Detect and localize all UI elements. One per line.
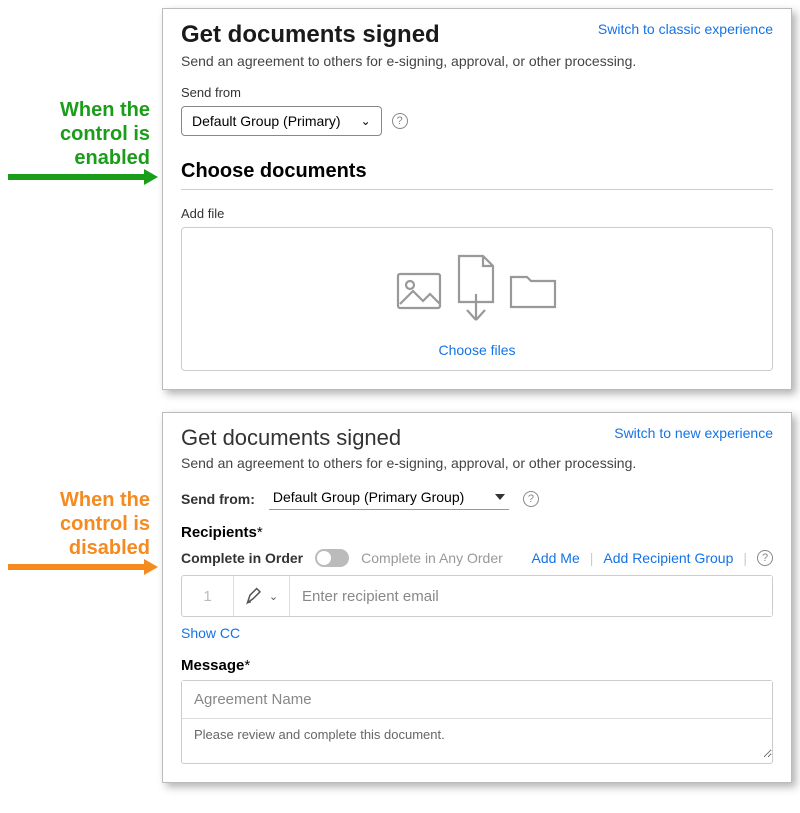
- send-from-select[interactable]: Default Group (Primary) ⌄: [181, 106, 382, 136]
- pen-icon: [245, 586, 265, 606]
- recipient-row: 1 ⌄: [181, 575, 773, 617]
- help-icon[interactable]: ?: [757, 550, 773, 566]
- complete-in-order-label: Complete in Order: [181, 550, 303, 566]
- dropzone-icons: [192, 254, 762, 328]
- folder-icon: [507, 271, 559, 311]
- switch-experience-link[interactable]: Switch to new experience: [614, 425, 773, 441]
- send-from-label: Send from:: [181, 491, 255, 507]
- recipient-email-input[interactable]: [290, 576, 772, 616]
- help-icon[interactable]: ?: [392, 113, 408, 129]
- panel-enabled: Get documents signed Switch to classic e…: [162, 8, 792, 390]
- file-dropzone[interactable]: Choose files: [181, 227, 773, 371]
- add-file-label: Add file: [181, 206, 773, 221]
- send-from-select[interactable]: Default Group (Primary Group): [269, 487, 509, 510]
- arrow-icon: [8, 564, 156, 576]
- image-icon: [395, 271, 443, 311]
- document-download-icon: [451, 254, 499, 328]
- order-toggle[interactable]: [315, 549, 349, 567]
- send-from-value: Default Group (Primary): [192, 113, 341, 129]
- chevron-down-icon: ⌄: [361, 114, 371, 128]
- caret-down-icon: [495, 494, 505, 500]
- annotation-disabled: When the control is disabled: [8, 488, 156, 560]
- add-recipient-group-link[interactable]: Add Recipient Group: [603, 550, 733, 566]
- message-body-input[interactable]: [182, 718, 772, 758]
- page-subtitle: Send an agreement to others for e-signin…: [181, 455, 773, 471]
- panel-disabled: Get documents signed Switch to new exper…: [162, 412, 792, 783]
- page-subtitle: Send an agreement to others for e-signin…: [181, 53, 773, 69]
- message-heading: Message*: [181, 657, 773, 674]
- switch-experience-link[interactable]: Switch to classic experience: [598, 21, 773, 37]
- page-title: Get documents signed: [181, 425, 401, 451]
- show-cc-link[interactable]: Show CC: [181, 625, 240, 641]
- complete-any-order-label: Complete in Any Order: [361, 550, 503, 566]
- add-me-link[interactable]: Add Me: [532, 550, 580, 566]
- chevron-down-icon: ⌄: [269, 590, 278, 603]
- choose-documents-heading: Choose documents: [181, 160, 773, 190]
- recipients-heading: Recipients*: [181, 524, 773, 541]
- send-from-label: Send from: [181, 85, 773, 100]
- agreement-name-input[interactable]: [182, 681, 772, 718]
- message-box: [181, 680, 773, 764]
- arrow-icon: [8, 174, 156, 186]
- recipient-number: 1: [182, 576, 234, 616]
- send-from-value: Default Group (Primary Group): [273, 489, 464, 505]
- page-title: Get documents signed: [181, 21, 440, 49]
- annotation-enabled: When the control is enabled: [8, 98, 156, 170]
- recipient-role-picker[interactable]: ⌄: [234, 576, 290, 616]
- help-icon[interactable]: ?: [523, 491, 539, 507]
- choose-files-link[interactable]: Choose files: [192, 342, 762, 358]
